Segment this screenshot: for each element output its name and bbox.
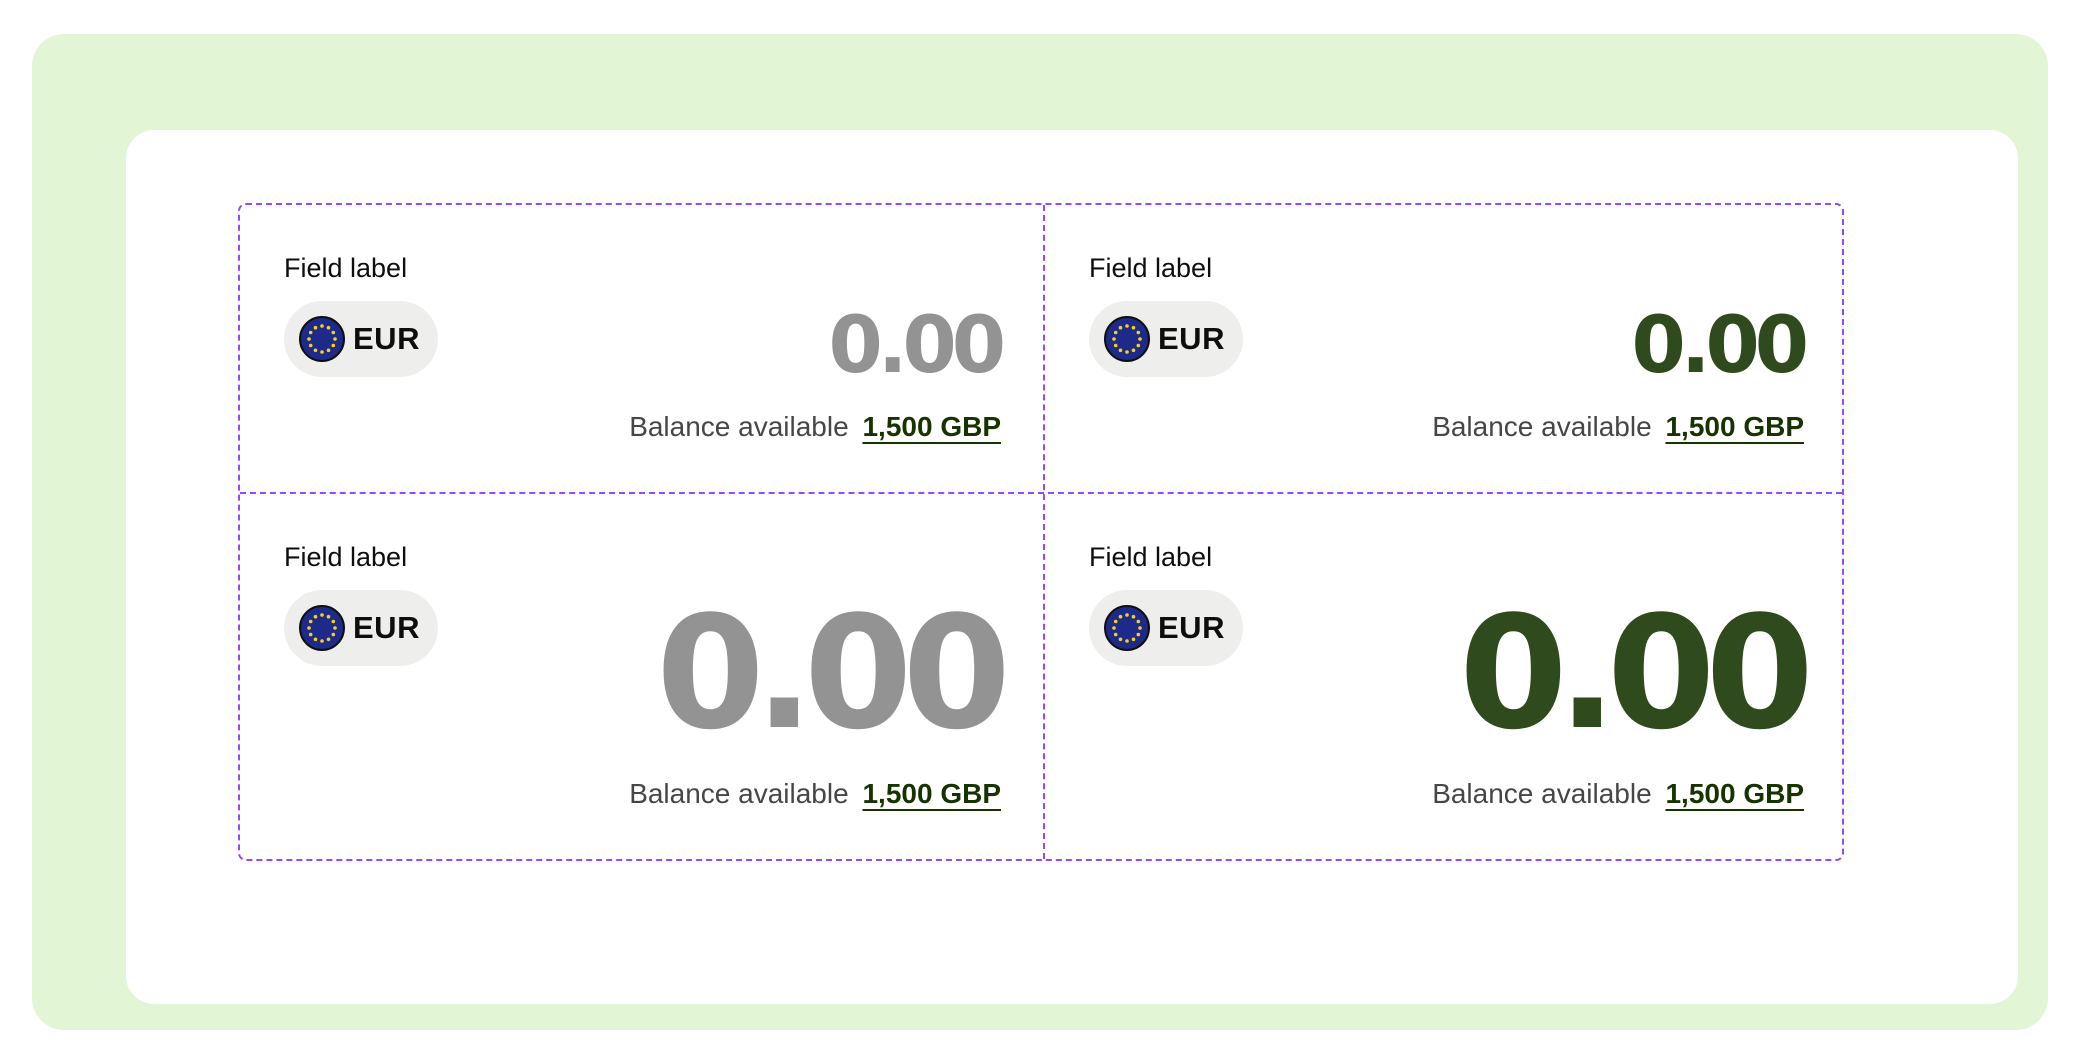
currency-selector[interactable]: EUR bbox=[284, 301, 438, 377]
currency-selector[interactable]: EUR bbox=[284, 590, 438, 666]
balance-label: Balance available bbox=[1432, 411, 1652, 442]
eu-flag-icon bbox=[1104, 316, 1150, 362]
eu-flag-icon bbox=[299, 605, 345, 651]
amount-field-small-placeholder: Field label EUR 0.00 Balance available 1… bbox=[240, 205, 1043, 492]
amount-input[interactable]: 0.00 bbox=[1459, 595, 1814, 751]
field-label: Field label bbox=[1089, 253, 1213, 283]
currency-code: EUR bbox=[1158, 610, 1225, 645]
balance-row: Balance available 1,500 GBP bbox=[1432, 780, 1804, 808]
amount-input[interactable]: 0.00 bbox=[1632, 307, 1809, 385]
amount-input[interactable]: 0.00 bbox=[656, 595, 1011, 751]
amount-field-small-filled: Field label EUR 0.00 Balance available 1… bbox=[1045, 205, 1846, 492]
eu-flag-icon bbox=[1104, 605, 1150, 651]
field-label: Field label bbox=[284, 542, 408, 572]
field-label: Field label bbox=[1089, 542, 1213, 572]
amount-input[interactable]: 0.00 bbox=[829, 307, 1006, 385]
balance-row: Balance available 1,500 GBP bbox=[629, 780, 1001, 808]
balance-value-link[interactable]: 1,500 GBP bbox=[1665, 778, 1804, 809]
currency-selector[interactable]: EUR bbox=[1089, 590, 1243, 666]
variants-grid: Field label EUR 0.00 Balance available 1… bbox=[238, 203, 1844, 861]
balance-label: Balance available bbox=[1432, 778, 1652, 809]
currency-selector[interactable]: EUR bbox=[1089, 301, 1243, 377]
balance-label: Balance available bbox=[629, 778, 849, 809]
field-label: Field label bbox=[284, 253, 408, 283]
balance-value-link[interactable]: 1,500 GBP bbox=[862, 778, 1001, 809]
balance-row: Balance available 1,500 GBP bbox=[629, 413, 1001, 441]
currency-code: EUR bbox=[1158, 321, 1225, 356]
currency-code: EUR bbox=[353, 610, 420, 645]
balance-value-link[interactable]: 1,500 GBP bbox=[862, 411, 1001, 442]
eu-flag-icon bbox=[299, 316, 345, 362]
amount-field-large-placeholder: Field label EUR 0.00 Balance available 1… bbox=[240, 494, 1043, 859]
currency-code: EUR bbox=[353, 321, 420, 356]
amount-field-large-filled: Field label EUR 0.00 Balance available 1… bbox=[1045, 494, 1846, 859]
balance-row: Balance available 1,500 GBP bbox=[1432, 413, 1804, 441]
balance-label: Balance available bbox=[629, 411, 849, 442]
balance-value-link[interactable]: 1,500 GBP bbox=[1665, 411, 1804, 442]
